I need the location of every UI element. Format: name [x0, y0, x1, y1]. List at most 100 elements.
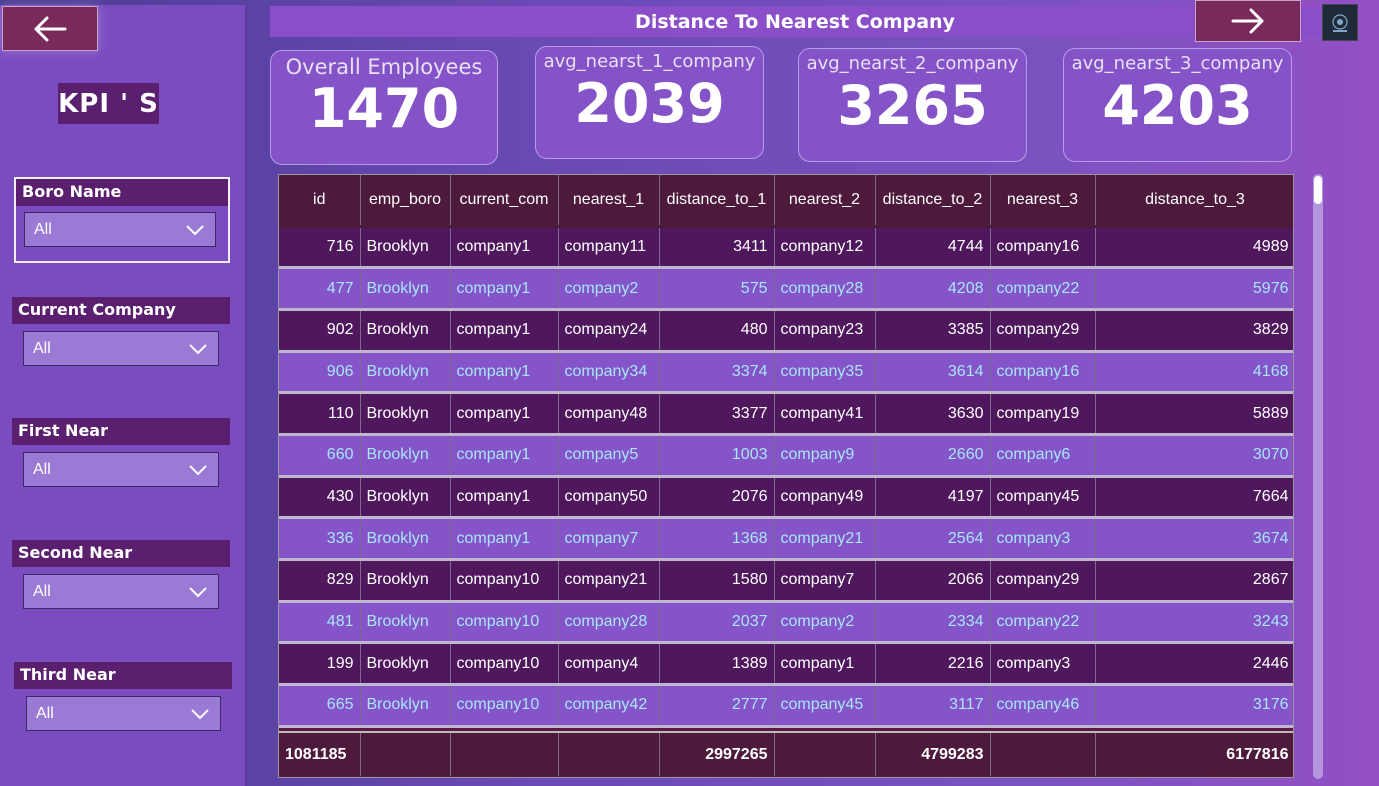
column-header[interactable]: distance_to_1	[659, 175, 775, 228]
table-cell: company12	[774, 226, 876, 270]
table-row[interactable]: 660 Brooklyn company1 company5 1003 company9 2…	[279, 434, 1293, 478]
table-cell: company10	[450, 684, 559, 728]
scrollbar-thumb[interactable]	[1314, 176, 1322, 204]
table-row[interactable]: 430 Brooklyn company1 company50 2076 company4…	[279, 476, 1293, 520]
table-row[interactable]: 481 Brooklyn company10 company28 2037 company…	[279, 601, 1293, 645]
table-cell: 4208	[875, 267, 991, 311]
table-cell: 1003	[659, 434, 775, 478]
table-cell: company10	[450, 642, 559, 687]
table-row[interactable]: 665 Brooklyn company10 company42 2777 company…	[279, 684, 1293, 728]
third-near-dropdown[interactable]: All	[26, 696, 221, 731]
table-cell: company22	[990, 601, 1096, 645]
kpi-label: avg_nearst_1_company	[543, 51, 756, 72]
table-cell: 906	[279, 351, 361, 395]
table-cell: 3829	[1095, 309, 1293, 353]
total-cell	[360, 731, 451, 777]
kpi-label: avg_nearst_2_company	[806, 53, 1019, 74]
table-cell: company35	[774, 351, 876, 395]
table-cell: 2066	[875, 559, 991, 603]
table-cell: 3176	[1095, 684, 1293, 728]
column-header[interactable]: id	[279, 175, 361, 228]
table-cell: company45	[774, 684, 876, 728]
second-near-dropdown[interactable]: All	[23, 574, 219, 609]
next-button[interactable]	[1195, 0, 1301, 42]
table-cell: Brooklyn	[360, 517, 451, 561]
table-cell: 480	[659, 309, 775, 353]
table-cell: 829	[279, 559, 361, 603]
total-cell	[558, 731, 660, 777]
app-logo	[1322, 4, 1358, 41]
table-row[interactable]: 906 Brooklyn company1 company34 3374 company3…	[279, 351, 1293, 395]
table-total-row: 1081185 2997265 4799283 6177816	[279, 731, 1293, 777]
table-cell: Brooklyn	[360, 226, 451, 270]
column-header[interactable]: current_com	[450, 175, 559, 228]
table-cell: 4197	[875, 476, 991, 520]
table-cell: company48	[558, 392, 660, 436]
arrow-left-icon	[34, 16, 67, 41]
kpi-card-avg-nearest-1: avg_nearst_1_company 2039	[535, 46, 764, 159]
table-cell: company2	[558, 267, 660, 311]
table-row[interactable]: 336 Brooklyn company1 company7 1368 company21…	[279, 517, 1293, 561]
table-cell: 2076	[659, 476, 775, 520]
table-cell: 2446	[1095, 642, 1293, 687]
chevron-down-icon	[189, 343, 207, 354]
table-row[interactable]: 902 Brooklyn company1 company24 480 company23…	[279, 309, 1293, 353]
table-cell: company7	[774, 559, 876, 603]
table-cell: 3243	[1095, 601, 1293, 645]
table-row[interactable]: 477 Brooklyn company1 company2 575 company28 4…	[279, 267, 1293, 311]
kpi-title: KPI ' S	[58, 83, 159, 124]
table-cell: 3630	[875, 392, 991, 436]
total-cell	[774, 731, 876, 777]
table-cell: company10	[450, 559, 559, 603]
table-cell: company3	[990, 517, 1096, 561]
table-cell: company21	[558, 559, 660, 603]
kpi-card-avg-nearest-2: avg_nearst_2_company 3265	[798, 48, 1027, 162]
table-row[interactable]: 716 Brooklyn company1 company11 3411 company1…	[279, 226, 1293, 270]
table-cell: company28	[558, 601, 660, 645]
column-header[interactable]: distance_to_3	[1095, 175, 1293, 228]
table-row[interactable]: 829 Brooklyn company10 company21 1580 company…	[279, 559, 1293, 603]
table-cell: Brooklyn	[360, 392, 451, 436]
table-scrollbar[interactable]	[1313, 174, 1323, 779]
table-cell: company24	[558, 309, 660, 353]
table-cell: company29	[990, 309, 1096, 353]
table-cell: Brooklyn	[360, 601, 451, 645]
table-cell: Brooklyn	[360, 684, 451, 728]
table-cell: company1	[450, 434, 559, 478]
table-cell: company1	[450, 392, 559, 436]
table-cell: 3614	[875, 351, 991, 395]
table-cell: 5889	[1095, 392, 1293, 436]
table-cell: 3411	[659, 226, 775, 270]
table-cell: Brooklyn	[360, 476, 451, 520]
column-header[interactable]: distance_to_2	[875, 175, 991, 228]
kpi-card-overall-employees: Overall Employees 1470	[270, 50, 498, 165]
table-cell: 2334	[875, 601, 991, 645]
boro-name-dropdown[interactable]: All	[24, 212, 216, 247]
column-header[interactable]: nearest_2	[774, 175, 876, 228]
table-cell: Brooklyn	[360, 309, 451, 353]
table-cell: 199	[279, 642, 361, 687]
table-row[interactable]: 199 Brooklyn company10 company4 1389 company1…	[279, 642, 1293, 687]
table-cell: company1	[450, 351, 559, 395]
total-cell: 1081185	[279, 731, 361, 777]
current-company-dropdown[interactable]: All	[23, 331, 219, 366]
total-cell: 4799283	[875, 731, 991, 777]
table-cell: 2660	[875, 434, 991, 478]
table-cell: company21	[774, 517, 876, 561]
table-cell: 5976	[1095, 267, 1293, 311]
table-cell: 3117	[875, 684, 991, 728]
table-cell: company7	[558, 517, 660, 561]
table-cell: 716	[279, 226, 361, 270]
column-header[interactable]: nearest_3	[990, 175, 1096, 228]
table-cell: company1	[450, 517, 559, 561]
back-button[interactable]	[2, 6, 98, 51]
table-row[interactable]: 110 Brooklyn company1 company48 3377 company4…	[279, 392, 1293, 436]
table-cell: company22	[990, 267, 1096, 311]
kpi-card-avg-nearest-3: avg_nearst_3_company 4203	[1063, 48, 1292, 162]
dropdown-value: All	[33, 339, 51, 357]
slicer-label-first-near: First Near	[12, 418, 230, 445]
column-header[interactable]: emp_boro	[360, 175, 451, 228]
first-near-dropdown[interactable]: All	[23, 452, 219, 487]
table-cell: 4744	[875, 226, 991, 270]
column-header[interactable]: nearest_1	[558, 175, 660, 228]
